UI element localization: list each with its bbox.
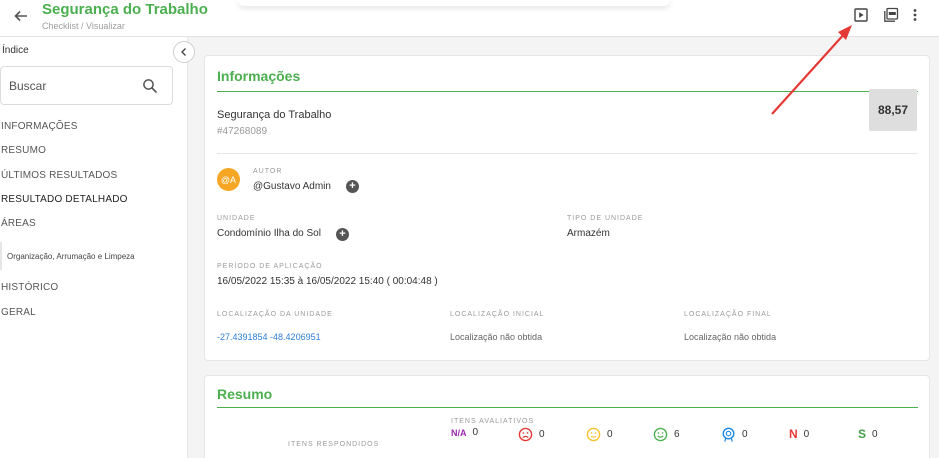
nav-item-areas[interactable]: ÁREAS [1,218,36,229]
eval-item-sad: 0 [518,427,545,442]
author-value: @Gustavo Admin [253,181,331,192]
search-box [0,66,173,105]
eval-count: 6 [674,429,680,440]
evaluative-items-label: ITENS AVALIATIVOS [451,418,535,425]
period-label: PERÍODO DE APLICAÇÃO [217,263,323,270]
page-title: Segurança do Trabalho [42,1,208,18]
more-vert-icon [913,9,917,21]
nav-subitem-organizacao[interactable]: Organização, Arrumação e Limpeza [0,242,180,270]
eval-count: 0 [607,429,613,440]
chevron-left-icon [181,48,186,56]
info-card-title: Informações [217,68,301,84]
app-header: Segurança do Trabalho Checklist / Visual… [0,0,939,37]
initial-location-label: LOCALIZAÇÃO INICIAL [450,311,545,318]
eval-count: 0 [539,429,545,440]
eval-item-no: N 0 [789,427,809,441]
nav-item-historico[interactable]: HISTÓRICO [1,282,58,293]
final-location-label: LOCALIZAÇÃO FINAL [684,311,772,318]
unit-type-value: Armazém [567,228,610,239]
unit-value: Condomínio Ilha do Sol [217,228,321,239]
unit-label: UNIDADE [217,215,256,222]
more-options-button[interactable] [906,6,924,24]
checklist-id: #47268089 [217,126,268,137]
pdf-button[interactable] [882,6,900,24]
initial-location-value: Localização não obtida [450,332,543,342]
author-label: AUTOR [253,168,283,175]
eval-item-yes: S 0 [858,427,878,441]
eval-count: 0 [472,427,479,438]
search-input[interactable] [9,76,129,96]
add-author-button[interactable]: + [346,180,359,193]
score-badge: 88,57 [869,89,917,131]
index-label: Índice [2,45,29,56]
eval-count: 0 [872,428,878,440]
summary-card-title: Resumo [217,386,273,402]
nav-item-resumo[interactable]: RESUMO [1,145,46,156]
breadcrumb: Checklist / Visualizar [42,21,125,31]
add-unit-button[interactable]: + [336,228,349,241]
period-value: 16/05/2022 15:35 à 16/05/2022 15:40 ( 00… [217,276,438,287]
avatar: @A [217,168,240,191]
collapse-sidebar-button[interactable] [173,41,195,63]
checklist-name: Segurança do Trabalho [217,109,332,121]
neutral-face-icon [586,427,601,442]
yes-icon: S [858,427,867,441]
title-underline [217,407,918,408]
unit-location-link[interactable]: -27.4391854 -48.4206951 [217,332,321,342]
final-location-value: Localização não obtida [684,332,777,342]
title-underline [217,91,918,92]
eval-count: 0 [803,428,810,440]
nav-item-geral[interactable]: GERAL [1,307,36,318]
no-icon: N [789,427,798,441]
eval-count: 0 [742,429,748,440]
eval-item-neutral: 0 [586,427,613,442]
nav-item-ultimos-resultados[interactable]: ÚLTIMOS RESULTADOS [1,170,117,181]
search-icon[interactable] [142,78,158,94]
eval-item-badge: 0 [721,427,748,442]
index-sidebar: Índice INFORMAÇÕES RESUMO ÚLTIMOS RESULT… [0,37,188,458]
na-icon: N/A [451,427,467,438]
answered-items-label: ITENS RESPONDIDOS [288,441,380,448]
back-button[interactable] [10,5,32,27]
eval-item-na: N/A 0 [451,427,478,438]
info-card: Informações Segurança do Trabalho #47268… [204,55,930,361]
happy-face-icon [653,427,668,442]
eval-item-happy: 6 [653,427,680,442]
summary-card: Resumo ITENS RESPONDIDOS ITENS AVALIATIV… [204,375,930,458]
divider [217,153,918,154]
badge-icon [722,427,735,442]
nav-item-informacoes[interactable]: INFORMAÇÕES [1,121,78,132]
top-panel-edge [238,0,670,6]
play-icon [854,8,868,22]
sad-face-icon [518,427,533,442]
arrow-left-icon [14,10,27,22]
nav-item-resultado-detalhado[interactable]: RESULTADO DETALHADO [1,194,128,205]
unit-type-label: TIPO DE UNIDADE [567,215,644,222]
pdf-icon [884,7,899,22]
play-button[interactable] [852,6,870,24]
unit-location-label: LOCALIZAÇÃO DA UNIDADE [217,311,333,318]
